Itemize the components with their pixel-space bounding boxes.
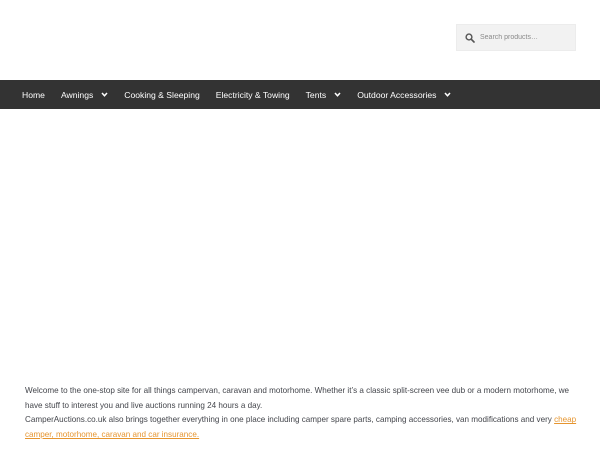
nav-item-label: Awnings <box>60 89 94 100</box>
intro-line-2: CamperAuctions.co.uk also brings togethe… <box>25 415 555 425</box>
site-header <box>0 0 600 80</box>
nav-item-electricity-towing[interactable]: Electricity & Towing <box>216 90 290 100</box>
chevron-down-icon[interactable] <box>444 91 452 98</box>
intro-paragraph: Welcome to the one-stop site for all thi… <box>25 384 580 442</box>
search-box[interactable] <box>456 24 576 51</box>
chevron-down-icon[interactable] <box>101 91 108 98</box>
nav-item-outdoor-accessories[interactable]: Outdoor Accessories <box>357 89 452 100</box>
nav-item-label: Outdoor Accessories <box>357 89 437 100</box>
main-navigation: Home Awnings Cooking & Sleeping Electric… <box>0 80 600 109</box>
intro-line-1: Welcome to the one-stop site for all thi… <box>25 386 570 410</box>
chevron-down-icon[interactable] <box>334 91 341 98</box>
nav-item-label: Tents <box>305 89 327 100</box>
nav-item-cooking-sleeping[interactable]: Cooking & Sleeping <box>124 90 200 100</box>
nav-item-home[interactable]: Home <box>22 90 45 100</box>
hero-area <box>0 109 600 379</box>
nav-item-label: Home <box>22 89 45 100</box>
search-input[interactable] <box>480 34 575 41</box>
nav-item-tents[interactable]: Tents <box>306 90 342 100</box>
nav-item-awnings[interactable]: Awnings <box>61 90 108 100</box>
nav-item-label: Cooking & Sleeping <box>124 89 200 100</box>
nav-item-label: Electricity & Towing <box>215 89 290 100</box>
search-icon <box>465 32 475 43</box>
intro-text: Welcome to the one-stop site for all thi… <box>25 384 580 442</box>
